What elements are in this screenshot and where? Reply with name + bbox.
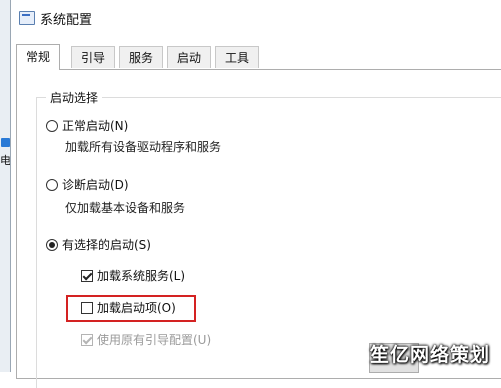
normal-startup-description: 加载所有设备驱动程序和服务 bbox=[65, 140, 222, 154]
desktop-shortcut-icon[interactable] bbox=[1, 138, 10, 147]
tab-general[interactable]: 常规 bbox=[16, 44, 61, 70]
selective-startup-option[interactable]: 有选择的启动(S) bbox=[46, 236, 151, 253]
diagnostic-startup-description: 仅加载基本设备和服务 bbox=[65, 201, 186, 215]
use-original-boot-config-option: 使用原有引导配置(U) bbox=[81, 331, 211, 348]
normal-startup-label: 正常启动(N) bbox=[62, 119, 129, 133]
use-original-boot-config-checkbox bbox=[81, 333, 93, 346]
load-system-services-option[interactable]: 加载系统服务(L) bbox=[81, 267, 185, 284]
general-tab-panel: 启动选择 正常启动(N) 加载所有设备驱动程序和服务 诊断启动(D) 仅加载基本… bbox=[16, 69, 501, 388]
tab-boot[interactable]: 引导 bbox=[71, 46, 116, 68]
use-original-boot-config-label: 使用原有引导配置(U) bbox=[97, 333, 212, 347]
annotation-highlight-box bbox=[66, 295, 196, 322]
diagnostic-startup-option[interactable]: 诊断启动(D) bbox=[46, 176, 129, 193]
diagnostic-startup-radio[interactable] bbox=[46, 178, 58, 191]
normal-startup-radio[interactable] bbox=[46, 119, 58, 132]
selective-startup-radio[interactable] bbox=[46, 238, 58, 251]
tab-startup[interactable]: 启动 bbox=[167, 46, 212, 68]
load-system-services-checkbox[interactable] bbox=[81, 269, 93, 282]
startup-selection-legend: 启动选择 bbox=[46, 89, 103, 106]
window-title: 系统配置 bbox=[40, 13, 93, 28]
tab-tools[interactable]: 工具 bbox=[215, 46, 260, 68]
title-bar[interactable]: 系统配置 bbox=[11, 0, 501, 34]
diagnostic-startup-label: 诊断启动(D) bbox=[62, 178, 129, 192]
normal-startup-option[interactable]: 正常启动(N) bbox=[46, 117, 128, 134]
tab-services[interactable]: 服务 bbox=[119, 46, 164, 68]
load-system-services-label: 加载系统服务(L) bbox=[97, 269, 186, 283]
tab-strip: 常规 引导 服务 启动 工具 bbox=[16, 44, 501, 70]
system-config-icon bbox=[19, 11, 35, 25]
watermark-text: 笙亿网络策划 bbox=[370, 344, 491, 366]
selective-startup-label: 有选择的启动(S) bbox=[62, 238, 151, 252]
